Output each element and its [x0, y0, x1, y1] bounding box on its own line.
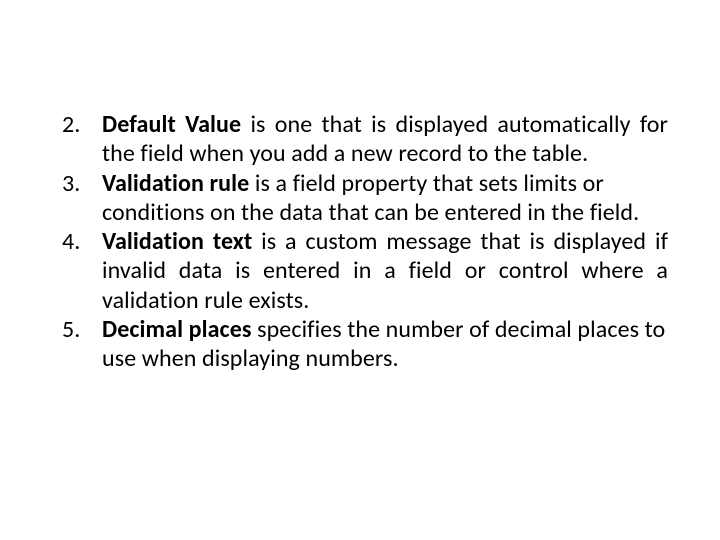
list-item: Default Value is one that is displayed a… — [102, 110, 668, 169]
list-item: Validation text is a custom message that… — [102, 227, 668, 315]
term: Validation rule — [102, 169, 249, 198]
list-item-text: Validation rule is a field property that… — [102, 169, 668, 228]
document-page: Default Value is one that is displayed a… — [0, 0, 720, 540]
list-item-text: Decimal places specifies the number of d… — [102, 315, 668, 374]
list-item-text: Default Value is one that is displayed a… — [102, 110, 668, 169]
list-item: Decimal places specifies the number of d… — [102, 315, 668, 374]
term: Default Value — [102, 110, 241, 139]
list-item: Validation rule is a field property that… — [102, 169, 668, 228]
definition-list: Default Value is one that is displayed a… — [52, 110, 668, 373]
list-item-text: Validation text is a custom message that… — [102, 227, 668, 315]
term: Validation text — [102, 227, 252, 256]
term: Decimal places — [102, 315, 252, 344]
